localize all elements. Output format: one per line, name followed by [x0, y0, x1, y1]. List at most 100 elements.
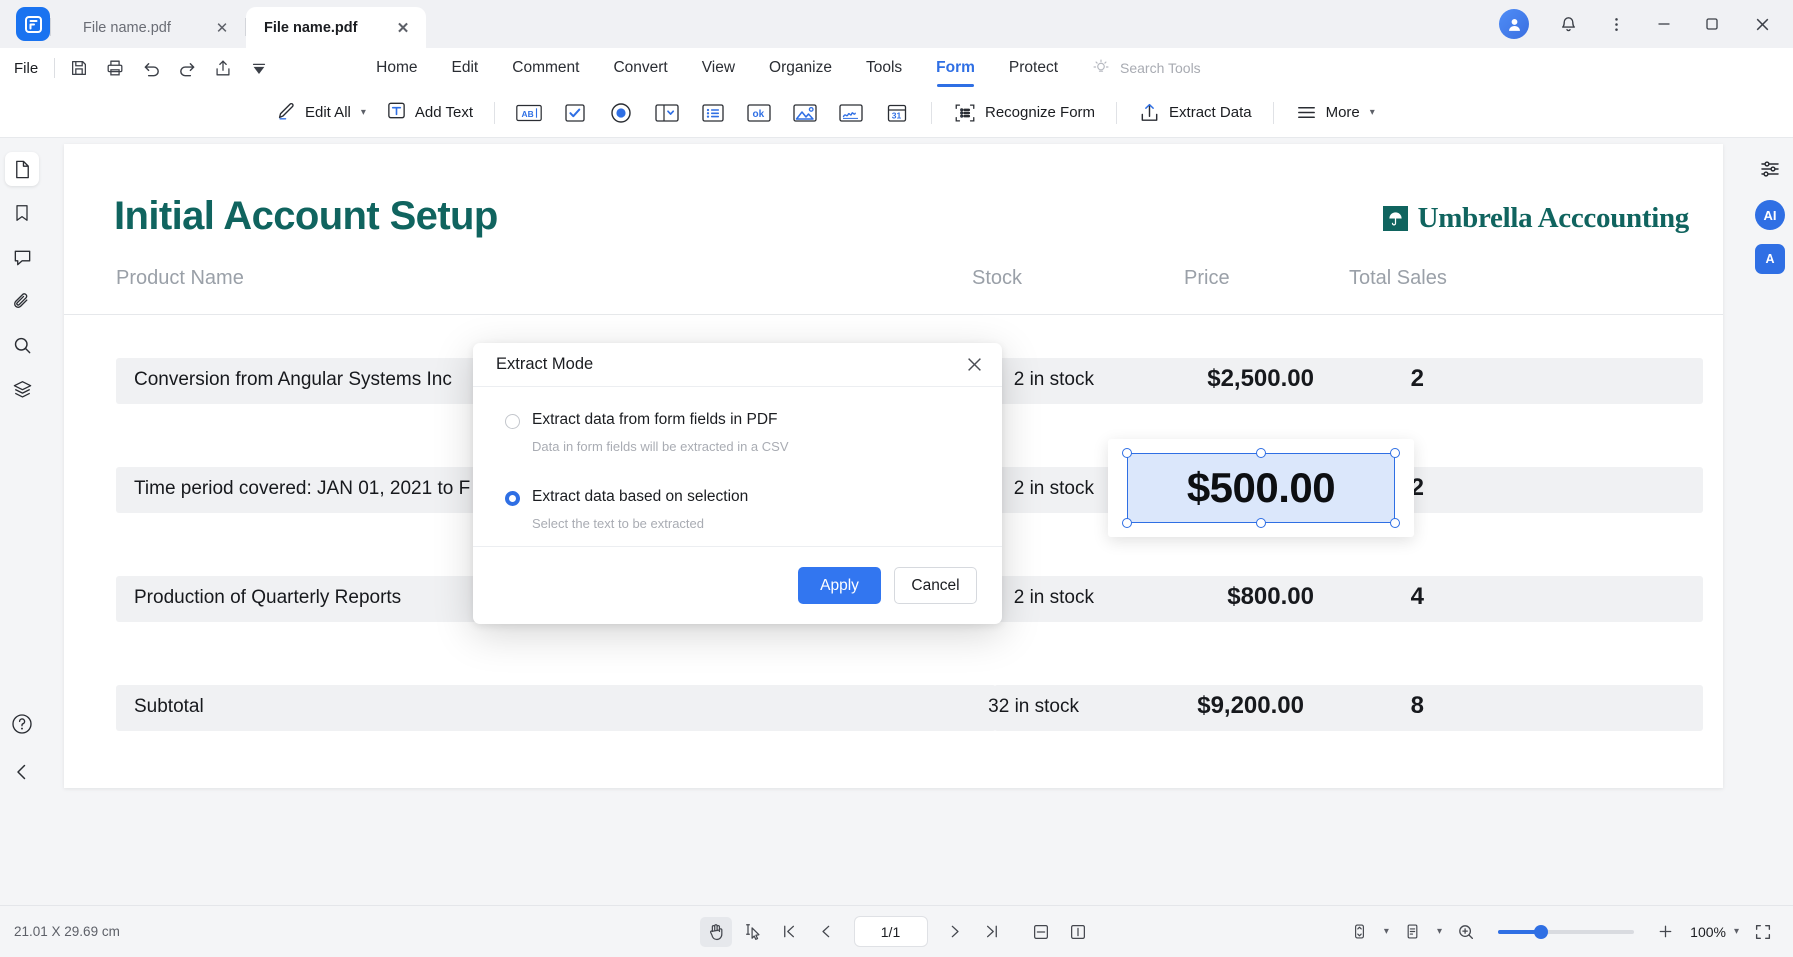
ribbon-tab-protect[interactable]: Protect [992, 48, 1075, 88]
maximize-button[interactable] [1689, 4, 1735, 44]
ribbon-tab-view[interactable]: View [685, 48, 752, 88]
user-avatar[interactable] [1499, 9, 1529, 39]
sidebar-item-search[interactable] [5, 328, 39, 362]
page-number-input[interactable]: 1/1 [853, 916, 928, 947]
sidebar-item-thumbnails[interactable] [5, 152, 39, 186]
first-page-icon[interactable] [774, 917, 806, 947]
form-ribbon-toolbar: Edit All ▾ Add Text AB ok 31 Recognize F… [0, 88, 1793, 138]
ribbon-tab-form[interactable]: Form [919, 48, 992, 88]
last-page-icon[interactable] [976, 917, 1008, 947]
radio-button-field-icon[interactable] [601, 96, 641, 130]
apply-button[interactable]: Apply [798, 567, 881, 604]
properties-sliders-icon[interactable] [1753, 152, 1787, 186]
radio-option-form-fields[interactable]: Extract data from form fields in PDF [473, 411, 1002, 429]
ribbon-tab-convert[interactable]: Convert [596, 48, 684, 88]
cancel-button[interactable]: Cancel [894, 567, 977, 604]
select-tool-icon[interactable] [737, 917, 769, 947]
text-field-icon[interactable]: AB [509, 96, 549, 130]
list-box-field-icon[interactable] [693, 96, 733, 130]
ribbon-tab-tools[interactable]: Tools [849, 48, 919, 88]
sidebar-item-comments[interactable] [5, 240, 39, 274]
extract-data-button[interactable]: Extract Data [1128, 95, 1262, 131]
more-options-kebab-icon[interactable] [1593, 4, 1639, 44]
selected-form-field[interactable]: $500.00 [1108, 439, 1414, 537]
sidebar-item-layers[interactable] [5, 372, 39, 406]
left-sidebar-bottom [0, 707, 44, 803]
document-tab-2[interactable]: File name.pdf ✕ [246, 7, 426, 48]
hand-tool-icon[interactable] [699, 916, 732, 947]
sidebar-item-attachments[interactable] [5, 284, 39, 318]
zoom-level-chevron-down-icon[interactable]: ▾ [1730, 926, 1743, 937]
resize-handle-bottom-center[interactable] [1256, 518, 1266, 528]
next-page-icon[interactable] [939, 917, 971, 947]
umbrella-icon [1382, 206, 1408, 231]
ribbon-tab-home[interactable]: Home [359, 48, 434, 88]
scroll-mode-icon[interactable] [1344, 917, 1376, 947]
resize-handle-top-right[interactable] [1390, 448, 1400, 458]
dialog-title: Extract Mode [496, 355, 594, 373]
radio-form-fields-indicator[interactable] [505, 414, 520, 429]
redo-icon[interactable] [169, 53, 205, 83]
minimize-button[interactable] [1641, 4, 1687, 44]
page-layout-icon[interactable] [1397, 917, 1429, 947]
print-icon[interactable] [97, 53, 133, 83]
push-button-field-icon[interactable]: ok [739, 96, 779, 130]
date-field-icon[interactable]: 31 [877, 96, 917, 130]
edit-all-button[interactable]: Edit All ▾ [265, 95, 376, 131]
svg-text:ok: ok [753, 109, 765, 120]
zoom-level-label[interactable]: 100% [1686, 924, 1726, 940]
save-icon[interactable] [61, 53, 97, 83]
page-layout-chevron-down-icon[interactable]: ▾ [1433, 926, 1446, 937]
search-tools-field[interactable]: Search Tools [1091, 57, 1201, 80]
combo-box-field-icon[interactable] [647, 96, 687, 130]
signature-field-icon[interactable] [831, 96, 871, 130]
prev-page-icon[interactable] [811, 917, 843, 947]
chevron-down-icon[interactable]: ▾ [361, 107, 366, 118]
translate-button[interactable]: A [1755, 244, 1785, 274]
ribbon-tab-organize[interactable]: Organize [752, 48, 849, 88]
chevron-down-icon[interactable]: ▾ [1370, 107, 1375, 118]
close-window-button[interactable] [1737, 4, 1787, 44]
zoom-in-icon[interactable] [1650, 917, 1682, 947]
ribbon-tab-comment[interactable]: Comment [495, 48, 596, 88]
share-icon[interactable] [205, 53, 241, 83]
add-text-button[interactable]: Add Text [376, 95, 483, 131]
close-icon[interactable] [960, 351, 988, 379]
zoom-slider[interactable] [1497, 924, 1634, 939]
document-tab-1[interactable]: File name.pdf ✕ [65, 7, 245, 48]
recognize-form-button[interactable]: Recognize Form [943, 95, 1105, 131]
resize-handle-bottom-left[interactable] [1122, 518, 1132, 528]
radio-option-selection[interactable]: Extract data based on selection [473, 488, 1002, 506]
ribbon-tab-edit[interactable]: Edit [435, 48, 496, 88]
fullscreen-icon[interactable] [1747, 917, 1779, 947]
help-icon[interactable] [5, 707, 39, 741]
tab-close-icon[interactable]: ✕ [392, 17, 414, 39]
status-bar: 21.01 X 29.69 cm 1/1 ▾ ▾ 100% ▾ [0, 905, 1793, 957]
image-field-icon[interactable] [785, 96, 825, 130]
tab-close-icon[interactable]: ✕ [211, 17, 233, 39]
undo-icon[interactable] [133, 53, 169, 83]
zoom-out-icon[interactable] [1450, 917, 1482, 947]
file-menu-button[interactable]: File [0, 60, 48, 77]
ai-assistant-button[interactable]: AI [1755, 200, 1785, 230]
resize-handle-bottom-right[interactable] [1390, 518, 1400, 528]
fit-width-icon[interactable] [1062, 917, 1094, 947]
cell-total-sales: 8 [1410, 692, 1424, 719]
resize-handle-top-left[interactable] [1122, 448, 1132, 458]
form-field-value-box[interactable]: $500.00 [1127, 453, 1395, 523]
notifications-bell-icon[interactable] [1545, 4, 1591, 44]
fit-page-icon[interactable] [1025, 917, 1057, 947]
resize-handle-top-center[interactable] [1256, 448, 1266, 458]
table-row[interactable]: Subtotal 32 in stock $9,200.00 8 [64, 677, 1723, 739]
dialog-header: Extract Mode [473, 343, 1002, 387]
radio-form-fields-label: Extract data from form fields in PDF [532, 411, 778, 428]
scroll-mode-chevron-down-icon[interactable]: ▾ [1380, 926, 1393, 937]
quick-access-dropdown-icon[interactable] [241, 53, 277, 83]
more-tools-button[interactable]: More ▾ [1285, 95, 1385, 131]
zoom-slider-handle[interactable] [1533, 924, 1548, 939]
checkbox-field-icon[interactable] [555, 96, 595, 130]
sidebar-item-bookmarks[interactable] [5, 196, 39, 230]
collapse-sidebar-chevron-left-icon[interactable] [5, 755, 39, 789]
radio-selection-indicator[interactable] [505, 491, 520, 506]
page-dimensions-label: 21.01 X 29.69 cm [14, 924, 120, 939]
